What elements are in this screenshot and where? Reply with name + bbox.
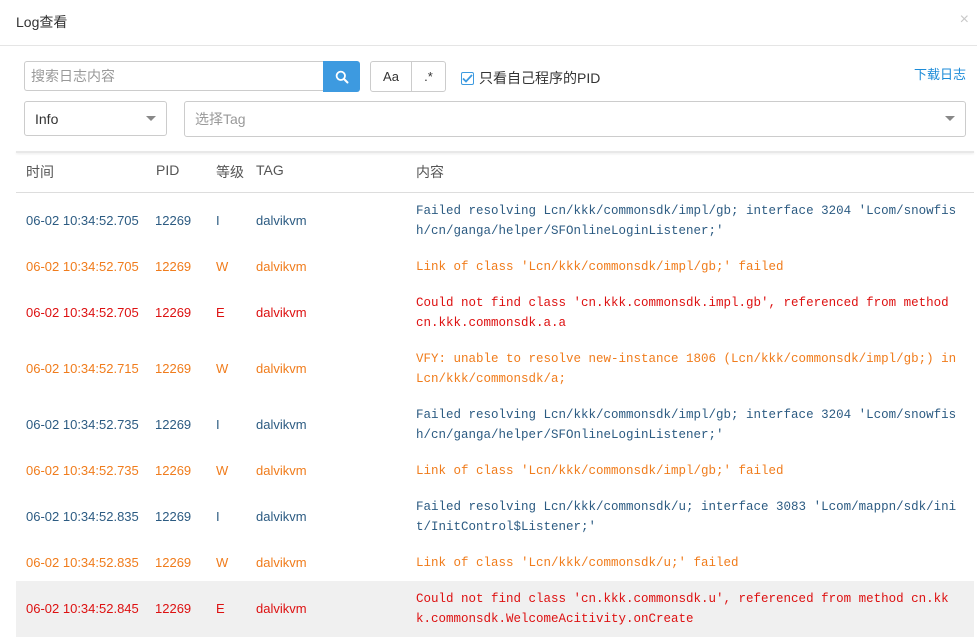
table-row[interactable]: 06-02 10:34:52.705 12269 Edalvikvm Could no… xyxy=(16,285,974,341)
check-icon xyxy=(462,73,473,83)
cell-level: E xyxy=(216,305,225,320)
cell-content: VFY: unable to resolve new-instance 1806… xyxy=(416,352,957,386)
cell-tag: dalvikvm xyxy=(256,259,307,274)
cell-tag: dalvikvm xyxy=(256,601,307,616)
table-row[interactable]: 06-02 10:34:52.705 12269 Wdalvikvm Link of … xyxy=(16,249,974,285)
table-row[interactable]: 06-02 10:34:52.735 12269 Wdalvikvm Link of … xyxy=(16,453,974,489)
cell-pid: 12269 xyxy=(155,601,192,616)
toolbar-divider xyxy=(16,151,974,153)
cell-tag: dalvikvm xyxy=(256,463,307,478)
own-pid-filter[interactable]: 只看自己程序的PID xyxy=(461,68,600,88)
close-icon[interactable]: × xyxy=(960,11,969,29)
cell-time: 06-02 10:34:52.735 xyxy=(26,417,139,432)
dialog-header: Log查看 × xyxy=(0,0,977,46)
download-log-link[interactable]: 下载日志 xyxy=(914,64,966,83)
table-row[interactable]: 06-02 10:34:52.705 12269 Idalvikvm Failed r… xyxy=(16,193,974,249)
cell-level: E xyxy=(216,601,225,616)
cell-time: 06-02 10:34:52.705 xyxy=(26,259,139,274)
cell-pid: 12269 xyxy=(155,463,192,478)
tag-select[interactable]: 选择Tag xyxy=(184,101,966,137)
cell-pid: 12269 xyxy=(155,259,192,274)
level-select-value: Info xyxy=(35,110,59,127)
cell-pid: 12269 xyxy=(155,305,192,320)
cell-level: I xyxy=(216,213,220,228)
cell-content: Link of class 'Lcn/kkk/commonsdk/impl/gb… xyxy=(416,464,784,478)
regex-button[interactable]: .* xyxy=(411,61,446,92)
cell-pid: 12269 xyxy=(155,509,192,524)
cell-content: Failed resolving Lcn/kkk/commonsdk/u; in… xyxy=(416,500,957,534)
cell-time: 06-02 10:34:52.705 xyxy=(26,213,139,228)
cell-pid: 12269 xyxy=(155,213,192,228)
cell-tag: dalvikvm xyxy=(256,305,307,320)
column-header-tag[interactable]: TAG xyxy=(256,162,284,178)
own-pid-label: 只看自己程序的PID xyxy=(479,70,601,86)
cell-tag: dalvikvm xyxy=(256,509,307,524)
search-icon xyxy=(335,70,348,83)
cell-level: W xyxy=(216,463,229,478)
cell-time: 06-02 10:34:52.835 xyxy=(26,509,139,524)
cell-tag: dalvikvm xyxy=(256,213,307,228)
cell-tag: dalvikvm xyxy=(256,555,307,570)
cell-content: Link of class 'Lcn/kkk/commonsdk/impl/gb… xyxy=(416,260,784,274)
own-pid-checkbox[interactable] xyxy=(461,71,474,85)
table-row[interactable]: 06-02 10:34:52.715 12269 Wdalvikvm VFY: una… xyxy=(16,341,974,397)
cell-time: 06-02 10:34:52.845 xyxy=(26,601,139,616)
search-input[interactable] xyxy=(24,61,323,91)
cell-content: Link of class 'Lcn/kkk/commonsdk/u;' fai… xyxy=(416,556,739,570)
cell-content: Failed resolving Lcn/kkk/commonsdk/impl/… xyxy=(416,408,957,442)
cell-tag: dalvikvm xyxy=(256,417,307,432)
column-header-pid[interactable]: PID xyxy=(156,162,179,178)
cell-level: I xyxy=(216,417,220,432)
dialog-title: Log查看 xyxy=(16,14,68,30)
cell-time: 06-02 10:34:52.715 xyxy=(26,361,139,376)
caret-down-icon xyxy=(945,116,955,121)
column-header-level[interactable]: 等级 xyxy=(216,162,244,182)
cell-pid: 12269 xyxy=(155,555,192,570)
column-header-content[interactable]: 内容 xyxy=(416,162,444,182)
column-header-time[interactable]: 时间 xyxy=(26,162,54,182)
table-row[interactable]: 06-02 10:34:52.835 12269 Idalvikvm Failed r… xyxy=(16,489,974,545)
cell-time: 06-02 10:34:52.835 xyxy=(26,555,139,570)
cell-time: 06-02 10:34:52.705 xyxy=(26,305,139,320)
table-row[interactable]: 06-02 10:34:52.735 12269 Idalvikvm Failed r… xyxy=(16,397,974,453)
cell-content: Could not find class 'cn.kkk.commonsdk.i… xyxy=(416,296,949,330)
caret-down-icon xyxy=(146,116,156,121)
cell-level: I xyxy=(216,509,220,524)
cell-tag: dalvikvm xyxy=(256,361,307,376)
match-case-button[interactable]: Aa xyxy=(370,61,412,92)
tag-select-placeholder: 选择Tag xyxy=(195,111,246,127)
cell-content: Could not find class 'cn.kkk.commonsdk.u… xyxy=(416,592,949,626)
cell-level: W xyxy=(216,259,229,274)
level-select[interactable]: Info xyxy=(24,101,167,136)
cell-content: Failed resolving Lcn/kkk/commonsdk/impl/… xyxy=(416,204,957,238)
cell-pid: 12269 xyxy=(155,361,192,376)
cell-pid: 12269 xyxy=(155,417,192,432)
cell-level: W xyxy=(216,361,229,376)
search-button[interactable] xyxy=(323,61,360,92)
cell-time: 06-02 10:34:52.735 xyxy=(26,463,139,478)
cell-level: W xyxy=(216,555,229,570)
table-row[interactable]: 06-02 10:34:52.845 12269 Edalvikvm Could no… xyxy=(16,581,974,637)
table-row[interactable]: 06-02 10:34:52.835 12269 Wdalvikvm Link of … xyxy=(16,545,974,581)
